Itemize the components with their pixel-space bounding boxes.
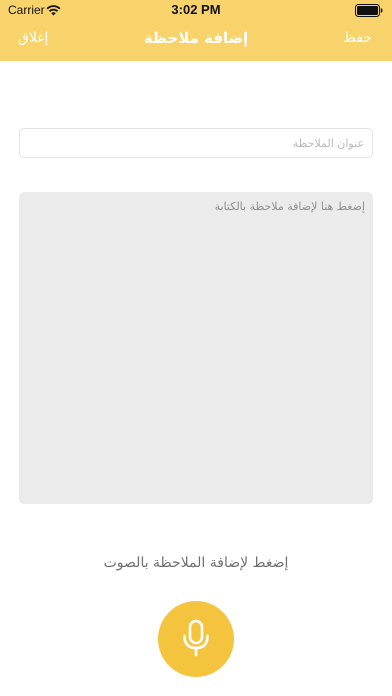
record-voice-button[interactable]: [158, 601, 234, 677]
microphone-icon: [183, 619, 209, 657]
save-button[interactable]: حفظ: [343, 30, 372, 46]
status-bar: Carrier 3:02 PM: [0, 0, 392, 20]
status-time: 3:02 PM: [171, 2, 221, 17]
battery-icon: [355, 4, 383, 17]
note-body-textarea[interactable]: [19, 192, 373, 504]
header-bar: Carrier 3:02 PM إغلاق إضافة ملاحظة حفظ: [0, 0, 392, 61]
navigation-bar: إغلاق إضافة ملاحظة حفظ: [0, 20, 392, 61]
voice-note-label: إضغط لإضافة الملاحظة بالصوت: [103, 555, 289, 571]
note-title-input[interactable]: [19, 128, 373, 158]
page-title: إضافة ملاحظة: [143, 29, 249, 47]
